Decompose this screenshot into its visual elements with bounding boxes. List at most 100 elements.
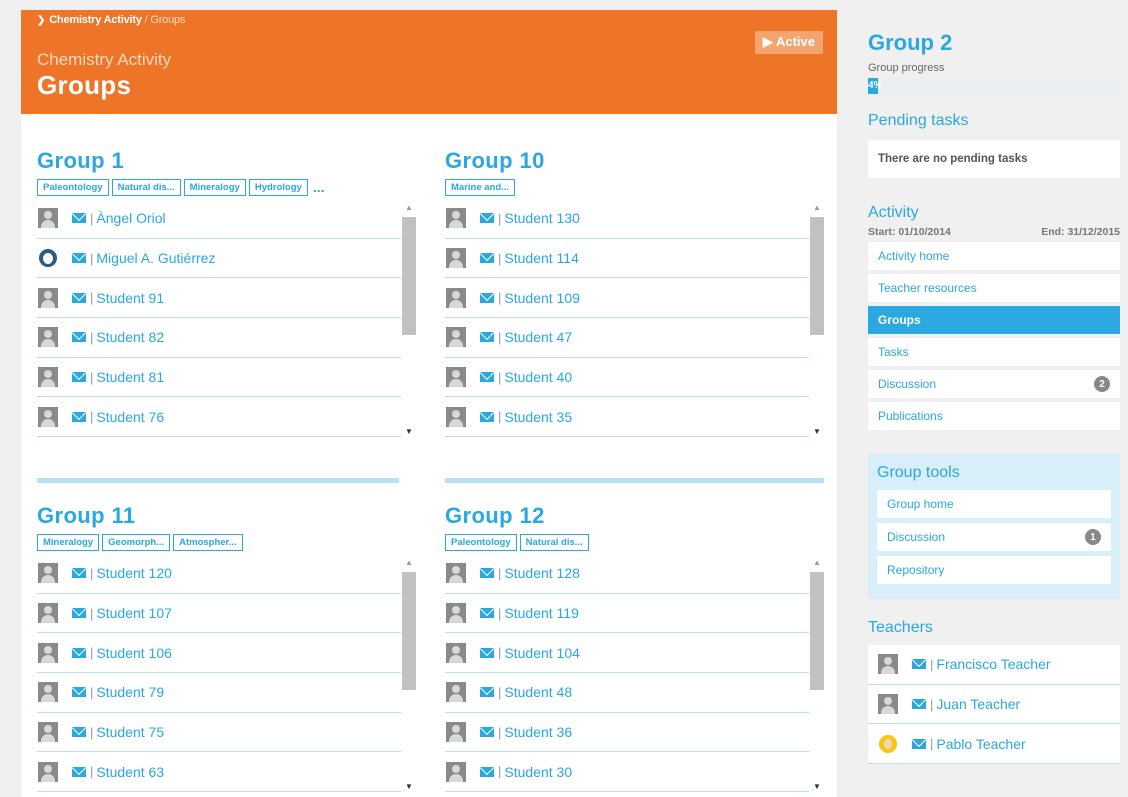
member-name-link[interactable]: Miguel A. Gutiérrez bbox=[96, 250, 215, 266]
scroll-up-icon[interactable]: ▲ bbox=[401, 199, 417, 215]
avatar bbox=[38, 367, 58, 388]
scroll-up-icon[interactable]: ▲ bbox=[809, 199, 825, 215]
scroll-thumb[interactable] bbox=[810, 217, 824, 335]
mail-icon[interactable] bbox=[480, 687, 494, 698]
group-title-link[interactable]: Group 10 bbox=[445, 148, 825, 174]
group-title-link[interactable]: Group 11 bbox=[37, 503, 417, 529]
member-name-link[interactable]: Student 30 bbox=[504, 764, 572, 780]
scrollbar[interactable]: ▲ ▼ bbox=[809, 554, 825, 794]
group-title-link[interactable]: Group 12 bbox=[445, 503, 825, 529]
member-name-link[interactable]: Student 91 bbox=[96, 290, 164, 306]
mail-icon[interactable] bbox=[72, 687, 86, 698]
mail-icon[interactable] bbox=[480, 647, 494, 658]
mail-icon[interactable] bbox=[480, 372, 494, 383]
mail-icon[interactable] bbox=[480, 568, 494, 579]
member-name-link[interactable]: Student 120 bbox=[96, 565, 172, 581]
mail-icon[interactable] bbox=[72, 608, 86, 619]
activity-menu-item[interactable]: Discussion 2 bbox=[868, 370, 1120, 398]
mail-icon[interactable] bbox=[480, 727, 494, 738]
member-name-link[interactable]: Student 40 bbox=[504, 369, 572, 385]
breadcrumb-parent-link[interactable]: Chemistry Activity bbox=[49, 14, 142, 26]
mail-icon[interactable] bbox=[480, 213, 494, 224]
mail-icon[interactable] bbox=[480, 332, 494, 343]
activity-menu-item[interactable]: Tasks bbox=[868, 338, 1120, 366]
member-name-link[interactable]: Student 48 bbox=[504, 684, 572, 700]
scroll-thumb[interactable] bbox=[402, 217, 416, 335]
group-tools-item[interactable]: Discussion 1 bbox=[877, 523, 1111, 551]
mail-icon[interactable] bbox=[72, 766, 86, 777]
member-name-link[interactable]: Student 128 bbox=[504, 565, 580, 581]
mail-icon[interactable] bbox=[480, 411, 494, 422]
tag-chip[interactable]: Natural dis... bbox=[111, 178, 181, 196]
mail-icon[interactable] bbox=[72, 568, 86, 579]
mail-icon[interactable] bbox=[72, 332, 86, 343]
tag-chip[interactable]: Hydrology bbox=[248, 178, 308, 196]
group-tools-item[interactable]: Group home bbox=[877, 490, 1111, 518]
mail-icon[interactable] bbox=[480, 608, 494, 619]
member-name-link[interactable]: Student 76 bbox=[96, 409, 164, 425]
tag-chip[interactable]: Mineralogy bbox=[183, 178, 246, 196]
mail-icon[interactable] bbox=[480, 292, 494, 303]
activity-menu-item[interactable]: Groups bbox=[868, 306, 1120, 334]
mail-icon[interactable] bbox=[72, 647, 86, 658]
mail-icon[interactable] bbox=[72, 292, 86, 303]
mail-icon[interactable] bbox=[480, 253, 494, 264]
scrollbar[interactable]: ▲ ▼ bbox=[809, 199, 825, 439]
member-name-link[interactable]: Student 119 bbox=[504, 605, 578, 621]
group-tags: Marine and... bbox=[445, 178, 825, 196]
member-name-link[interactable]: Student 81 bbox=[96, 369, 164, 385]
mail-icon[interactable] bbox=[72, 372, 86, 383]
more-tags-button[interactable]: ... bbox=[313, 180, 325, 194]
member-name-link[interactable]: Student 107 bbox=[96, 605, 172, 621]
member-name-link[interactable]: Student 47 bbox=[504, 329, 572, 345]
activity-menu-item[interactable]: Teacher resources bbox=[868, 274, 1120, 302]
mail-icon[interactable] bbox=[912, 699, 926, 710]
scroll-thumb[interactable] bbox=[810, 572, 824, 690]
group-title-link[interactable]: Group 1 bbox=[37, 148, 417, 174]
scroll-down-icon[interactable]: ▼ bbox=[401, 778, 417, 794]
scrollbar[interactable]: ▲ ▼ bbox=[401, 554, 417, 794]
activity-menu-item[interactable]: Publications bbox=[868, 402, 1120, 430]
scroll-down-icon[interactable]: ▼ bbox=[809, 778, 825, 794]
tag-chip[interactable]: Marine and... bbox=[445, 178, 516, 196]
mail-icon[interactable] bbox=[72, 727, 86, 738]
scrollbar[interactable]: ▲ ▼ bbox=[401, 199, 417, 439]
member-name-link[interactable]: Student 35 bbox=[504, 409, 572, 425]
mail-icon[interactable] bbox=[72, 253, 86, 264]
tag-chip[interactable]: Paleontology bbox=[445, 533, 517, 551]
avatar bbox=[446, 327, 466, 348]
member-name-link[interactable]: Student 130 bbox=[504, 210, 580, 226]
scroll-thumb[interactable] bbox=[402, 572, 416, 690]
member-name-link[interactable]: Student 114 bbox=[504, 250, 578, 266]
member-name-link[interactable]: Student 36 bbox=[504, 724, 572, 740]
member-name-link[interactable]: Student 106 bbox=[96, 645, 172, 661]
member-name-link[interactable]: Student 104 bbox=[504, 645, 580, 661]
mail-icon[interactable] bbox=[912, 659, 926, 670]
mail-icon[interactable] bbox=[72, 411, 86, 422]
tag-chip[interactable]: Natural dis... bbox=[519, 533, 589, 551]
member-name-link[interactable]: Student 109 bbox=[504, 290, 580, 306]
scroll-up-icon[interactable]: ▲ bbox=[809, 554, 825, 570]
member-name-link[interactable]: Student 63 bbox=[96, 764, 164, 780]
tag-chip[interactable]: Mineralogy bbox=[37, 533, 100, 551]
member-name-link[interactable]: Pablo Teacher bbox=[936, 736, 1025, 752]
tag-chip[interactable]: Paleontology bbox=[37, 178, 109, 196]
member-name-link[interactable]: Student 79 bbox=[96, 684, 164, 700]
mail-icon[interactable] bbox=[72, 213, 86, 224]
active-status-button[interactable]: ▶ Active bbox=[754, 31, 823, 54]
mail-icon[interactable] bbox=[912, 738, 926, 749]
group-tools-item[interactable]: Repository bbox=[877, 556, 1111, 584]
scroll-down-icon[interactable]: ▼ bbox=[401, 423, 417, 439]
tag-chip[interactable]: Geomorph... bbox=[102, 533, 171, 551]
member-name-link[interactable]: Juan Teacher bbox=[936, 696, 1020, 712]
mail-icon[interactable] bbox=[480, 766, 494, 777]
member-name-link[interactable]: Àngel Oriol bbox=[96, 210, 165, 226]
member-name-link[interactable]: Francisco Teacher bbox=[936, 656, 1050, 672]
member-name-link[interactable]: Student 75 bbox=[96, 724, 164, 740]
scroll-down-icon[interactable]: ▼ bbox=[809, 423, 825, 439]
scroll-up-icon[interactable]: ▲ bbox=[401, 554, 417, 570]
member-name-link[interactable]: Student 82 bbox=[96, 329, 164, 345]
list-item: | Student 104 bbox=[445, 633, 809, 674]
tag-chip[interactable]: Atmospher... bbox=[173, 533, 243, 551]
activity-menu-item[interactable]: Activity home bbox=[868, 242, 1120, 270]
